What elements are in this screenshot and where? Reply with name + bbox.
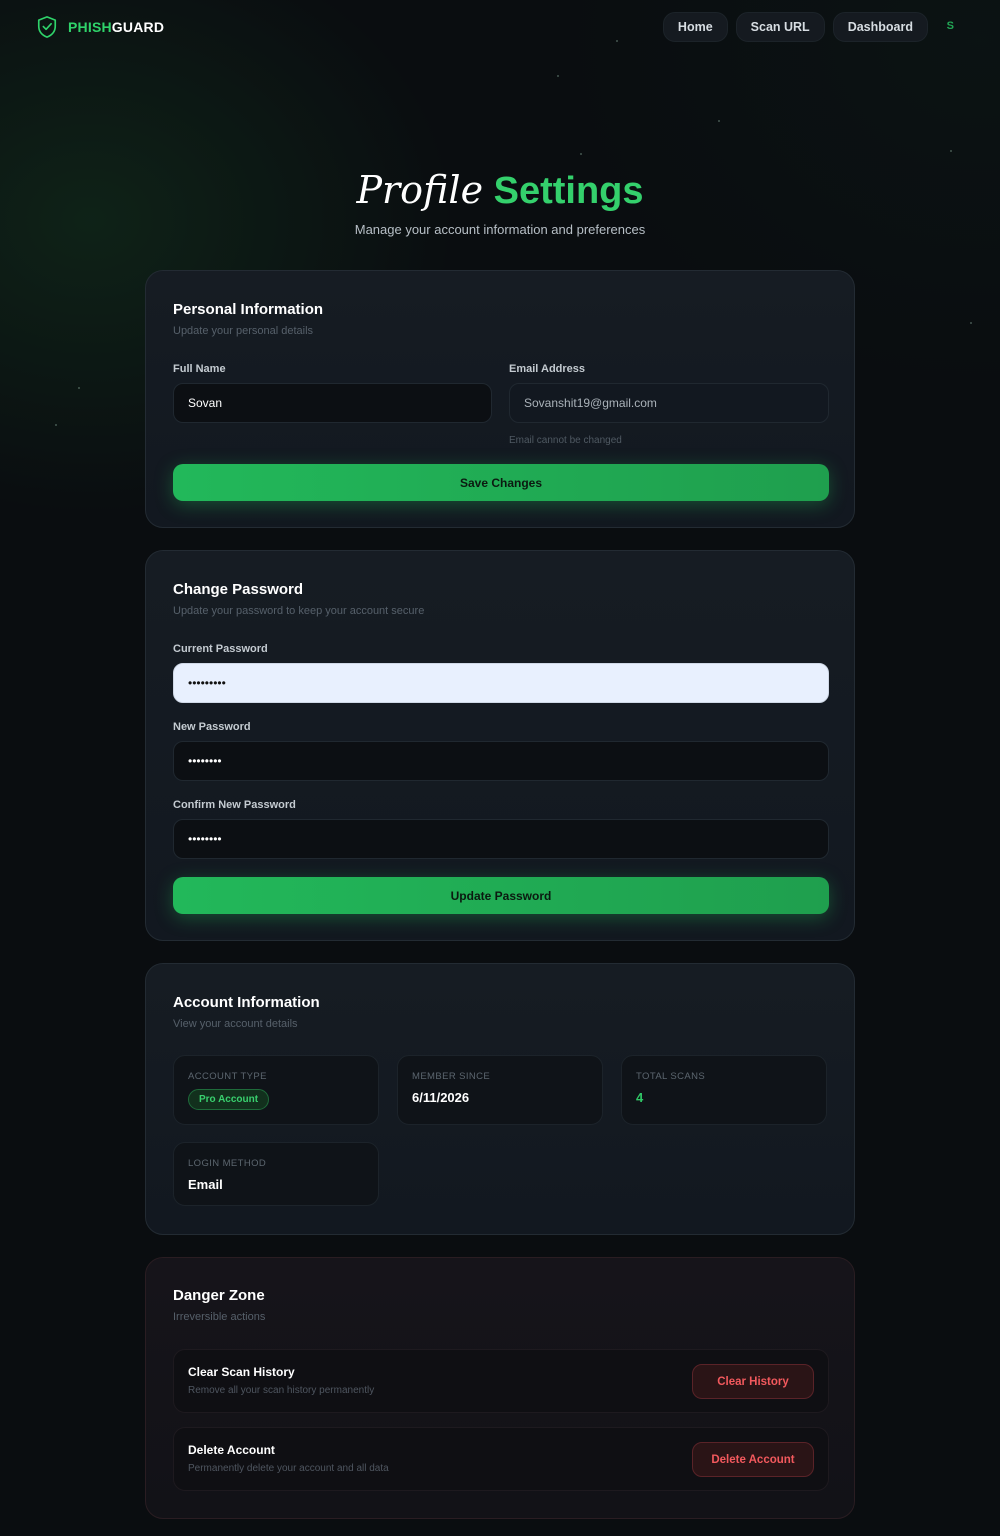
nav-links: Home Scan URL Dashboard xyxy=(662,12,928,42)
current-password-input[interactable]: ••••••••• xyxy=(173,663,829,703)
card-title: Personal Information xyxy=(173,301,324,318)
background-star xyxy=(55,424,57,426)
card-title: Danger Zone xyxy=(173,1287,265,1304)
card-title: Change Password xyxy=(173,581,304,598)
confirm-password-label: Confirm New Password xyxy=(173,799,296,811)
logo[interactable]: PHISHGUARD xyxy=(36,15,164,39)
danger-zone-card: Danger Zone Irreversible actions Clear S… xyxy=(145,1257,855,1519)
background-star xyxy=(78,387,80,389)
update-password-button[interactable]: Update Password xyxy=(173,877,829,914)
background-star xyxy=(718,120,720,122)
total-scans-value: 4 xyxy=(636,1090,644,1105)
top-nav: PHISHGUARD Home Scan URL Dashboard S xyxy=(0,0,1000,56)
nav-dashboard-button[interactable]: Dashboard xyxy=(832,12,928,42)
background-star xyxy=(970,322,972,324)
card-subtitle: Update your personal details xyxy=(173,325,314,337)
email-label: Email Address xyxy=(509,363,586,375)
card-subtitle: Update your password to keep your accoun… xyxy=(173,605,425,617)
new-password-input[interactable]: •••••••• xyxy=(173,741,829,781)
total-scans-box: TOTAL SCANS 4 xyxy=(621,1055,827,1125)
member-since-box: MEMBER SINCE 6/11/2026 xyxy=(397,1055,603,1125)
clear-history-row: Clear Scan History Remove all your scan … xyxy=(173,1349,829,1413)
personal-information-card: Personal Information Update your persona… xyxy=(145,270,855,528)
account-type-box: ACCOUNT TYPE Pro Account xyxy=(173,1055,379,1125)
login-method-box: LOGIN METHOD Email xyxy=(173,1142,379,1206)
delete-account-description: Permanently delete your account and all … xyxy=(188,1463,389,1474)
user-avatar[interactable]: S xyxy=(947,20,954,32)
account-information-card: Account Information View your account de… xyxy=(145,963,855,1235)
nav-home-button[interactable]: Home xyxy=(662,12,728,42)
card-title: Account Information xyxy=(173,994,320,1011)
full-name-label: Full Name xyxy=(173,363,226,375)
card-subtitle: View your account details xyxy=(173,1018,298,1030)
email-hint: Email cannot be changed xyxy=(509,435,622,446)
delete-account-row: Delete Account Permanently delete your a… xyxy=(173,1427,829,1491)
save-changes-button[interactable]: Save Changes xyxy=(173,464,829,501)
member-since-value: 6/11/2026 xyxy=(412,1090,470,1105)
account-type-badge: Pro Account xyxy=(188,1089,270,1110)
page-subtitle: Manage your account information and pref… xyxy=(354,222,646,237)
nav-scan-url-button[interactable]: Scan URL xyxy=(735,12,825,42)
logo-text: PHISHGUARD xyxy=(68,19,165,35)
login-method-value: Email xyxy=(188,1177,223,1192)
email-input[interactable]: Sovanshit19@gmail.com xyxy=(509,383,829,423)
full-name-input[interactable]: Sovan xyxy=(173,383,492,423)
confirm-password-input[interactable]: •••••••• xyxy=(173,819,829,859)
new-password-label: New Password xyxy=(173,721,251,733)
delete-account-button[interactable]: Delete Account xyxy=(692,1442,814,1477)
delete-account-title: Delete Account xyxy=(188,1443,275,1457)
page-title: Profile Settings xyxy=(356,168,644,212)
clear-history-description: Remove all your scan history permanently xyxy=(188,1385,375,1396)
info-label: ACCOUNT TYPE xyxy=(188,1071,267,1082)
info-label: LOGIN METHOD xyxy=(188,1158,267,1169)
info-label: TOTAL SCANS xyxy=(636,1071,706,1082)
background-star xyxy=(580,153,582,155)
change-password-card: Change Password Update your password to … xyxy=(145,550,855,941)
current-password-label: Current Password xyxy=(173,643,268,655)
card-subtitle: Irreversible actions xyxy=(173,1311,266,1323)
background-star xyxy=(557,75,559,77)
info-label: MEMBER SINCE xyxy=(412,1071,491,1082)
clear-history-button[interactable]: Clear History xyxy=(692,1364,814,1399)
shield-check-icon xyxy=(37,16,57,38)
background-star xyxy=(950,150,952,152)
clear-history-title: Clear Scan History xyxy=(188,1365,295,1379)
